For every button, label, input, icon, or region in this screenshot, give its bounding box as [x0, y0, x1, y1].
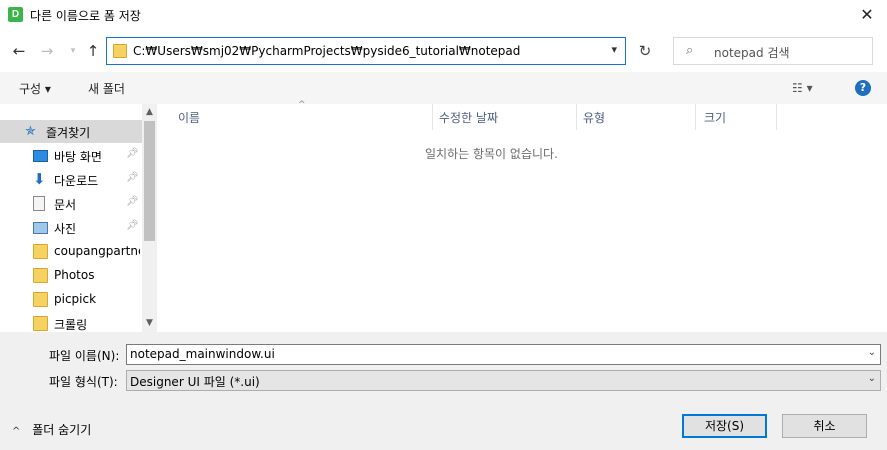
scroll-down-icon[interactable]: ▼ [142, 316, 157, 331]
chevron-down-icon[interactable]: ▾ [611, 43, 617, 56]
column-header-name[interactable]: ^ 이름 [158, 100, 433, 130]
column-header-type[interactable]: 유형 [577, 104, 696, 130]
star-icon: ✯ [25, 124, 36, 139]
scrollbar-thumb[interactable] [144, 121, 155, 241]
sidebar-item-photos[interactable]: Photos [0, 264, 142, 287]
navigation-pane: ✯ 즐겨찾기 바탕 화면 📌︎ ⬇ 다운로드 📌︎ 문서 📌︎ 사진 📌︎ co… [0, 104, 157, 332]
hide-folders-button[interactable]: ^ 폴더 숨기기 [12, 421, 91, 438]
address-path: C:₩Users₩smj02₩PycharmProjects₩pyside6_t… [133, 44, 521, 58]
folder-icon [33, 268, 48, 283]
sidebar-item-favorites[interactable]: ✯ 즐겨찾기 [0, 120, 142, 143]
search-placeholder: notepad 검색 [714, 46, 790, 60]
folder-icon [33, 292, 48, 307]
document-icon [33, 196, 45, 211]
desktop-icon [33, 150, 48, 162]
search-icon: ⌕ [686, 43, 694, 58]
sidebar-item-pictures[interactable]: 사진 📌︎ [0, 216, 142, 239]
command-toolbar: 구성 ▾ 새 폴더 ☷ ▾ ? [0, 72, 887, 104]
save-form: 파일 이름(N): notepad_mainwindow.ui ⌄ 파일 형식(… [0, 332, 887, 450]
view-options-icon[interactable]: ☷ ▾ [792, 81, 813, 95]
column-header-label: 수정한 날짜 [439, 111, 499, 125]
recent-locations-chevron-icon[interactable]: ▾ [64, 42, 82, 60]
hide-folders-label: 폴더 숨기기 [32, 423, 92, 437]
sidebar-item-coupangpartner[interactable]: coupangpartner [0, 240, 142, 263]
sort-ascending-icon: ^ [298, 100, 306, 110]
close-icon[interactable]: ✕ [856, 4, 878, 26]
chevron-up-icon: ^ [12, 426, 21, 437]
search-input[interactable]: ⌕ notepad 검색 [673, 37, 873, 65]
sidebar-item-label: Photos [54, 268, 95, 282]
sidebar-item-picpick[interactable]: picpick [0, 288, 142, 311]
sidebar-item-documents[interactable]: 문서 📌︎ [0, 192, 142, 215]
download-icon: ⬇ [33, 170, 46, 188]
pin-icon: 📌︎ [126, 196, 139, 207]
help-icon[interactable]: ? [855, 80, 871, 96]
filetype-label: 파일 형식(T): [49, 375, 118, 389]
app-icon: D [8, 7, 23, 22]
sidebar-item-label: coupangpartner [54, 244, 140, 258]
organize-menu-button[interactable]: 구성 ▾ [19, 80, 51, 97]
new-folder-button[interactable]: 새 폴더 [88, 80, 125, 97]
sidebar-item-downloads[interactable]: ⬇ 다운로드 📌︎ [0, 168, 142, 191]
filename-field[interactable]: notepad_mainwindow.ui ⌄ [126, 344, 881, 365]
column-header-label: 유형 [583, 111, 606, 125]
filetype-value: Designer UI 파일 (*.ui) [130, 375, 260, 389]
chevron-down-icon[interactable]: ⌄ [868, 373, 876, 384]
folder-icon [33, 244, 48, 259]
window-title: 다른 이름으로 폼 저장 [30, 9, 141, 23]
column-header-label: 이름 [178, 111, 201, 125]
back-arrow-icon[interactable]: ← [10, 42, 28, 60]
save-button[interactable]: 저장(S) [682, 414, 767, 438]
forward-arrow-icon[interactable]: → [38, 42, 56, 60]
column-header-size[interactable]: 크기 [696, 104, 777, 130]
chevron-down-icon[interactable]: ⌄ [868, 347, 876, 358]
column-header-label: 크기 [704, 111, 727, 125]
navigation-scrollbar[interactable]: ▲ ▼ [142, 104, 157, 332]
pin-icon: 📌︎ [126, 148, 139, 159]
folder-icon [33, 316, 48, 331]
cancel-button[interactable]: 취소 [782, 414, 867, 438]
pin-icon: 📌︎ [126, 172, 139, 183]
folder-icon [113, 44, 127, 58]
column-header-modified[interactable]: 수정한 날짜 [433, 104, 577, 130]
picture-icon [33, 222, 48, 234]
sidebar-item-label: 크롤링 [54, 318, 88, 332]
sidebar-item-desktop[interactable]: 바탕 화면 📌︎ [0, 144, 142, 167]
filetype-select[interactable]: Designer UI 파일 (*.ui) ⌄ [126, 370, 881, 391]
filename-label: 파일 이름(N): [49, 349, 120, 363]
refresh-icon[interactable]: ↻ [632, 37, 658, 65]
file-list: ^ 이름 수정한 날짜 유형 크기 일치하는 항목이 없습니다. [158, 100, 887, 332]
empty-message: 일치하는 항목이 없습니다. [425, 147, 558, 161]
sidebar-item-label: picpick [54, 292, 97, 306]
up-arrow-icon[interactable]: ↑ [84, 42, 102, 60]
filename-value: notepad_mainwindow.ui [130, 347, 275, 361]
scroll-up-icon[interactable]: ▲ [142, 105, 157, 120]
navigation-bar: ← → ▾ ↑ C:₩Users₩smj02₩PycharmProjects₩p… [0, 33, 887, 69]
pin-icon: 📌︎ [126, 220, 139, 231]
address-bar[interactable]: C:₩Users₩smj02₩PycharmProjects₩pyside6_t… [106, 37, 626, 65]
title-bar: D 다른 이름으로 폼 저장 ✕ [0, 0, 887, 31]
sidebar-item-label: 즐겨찾기 [46, 126, 91, 140]
